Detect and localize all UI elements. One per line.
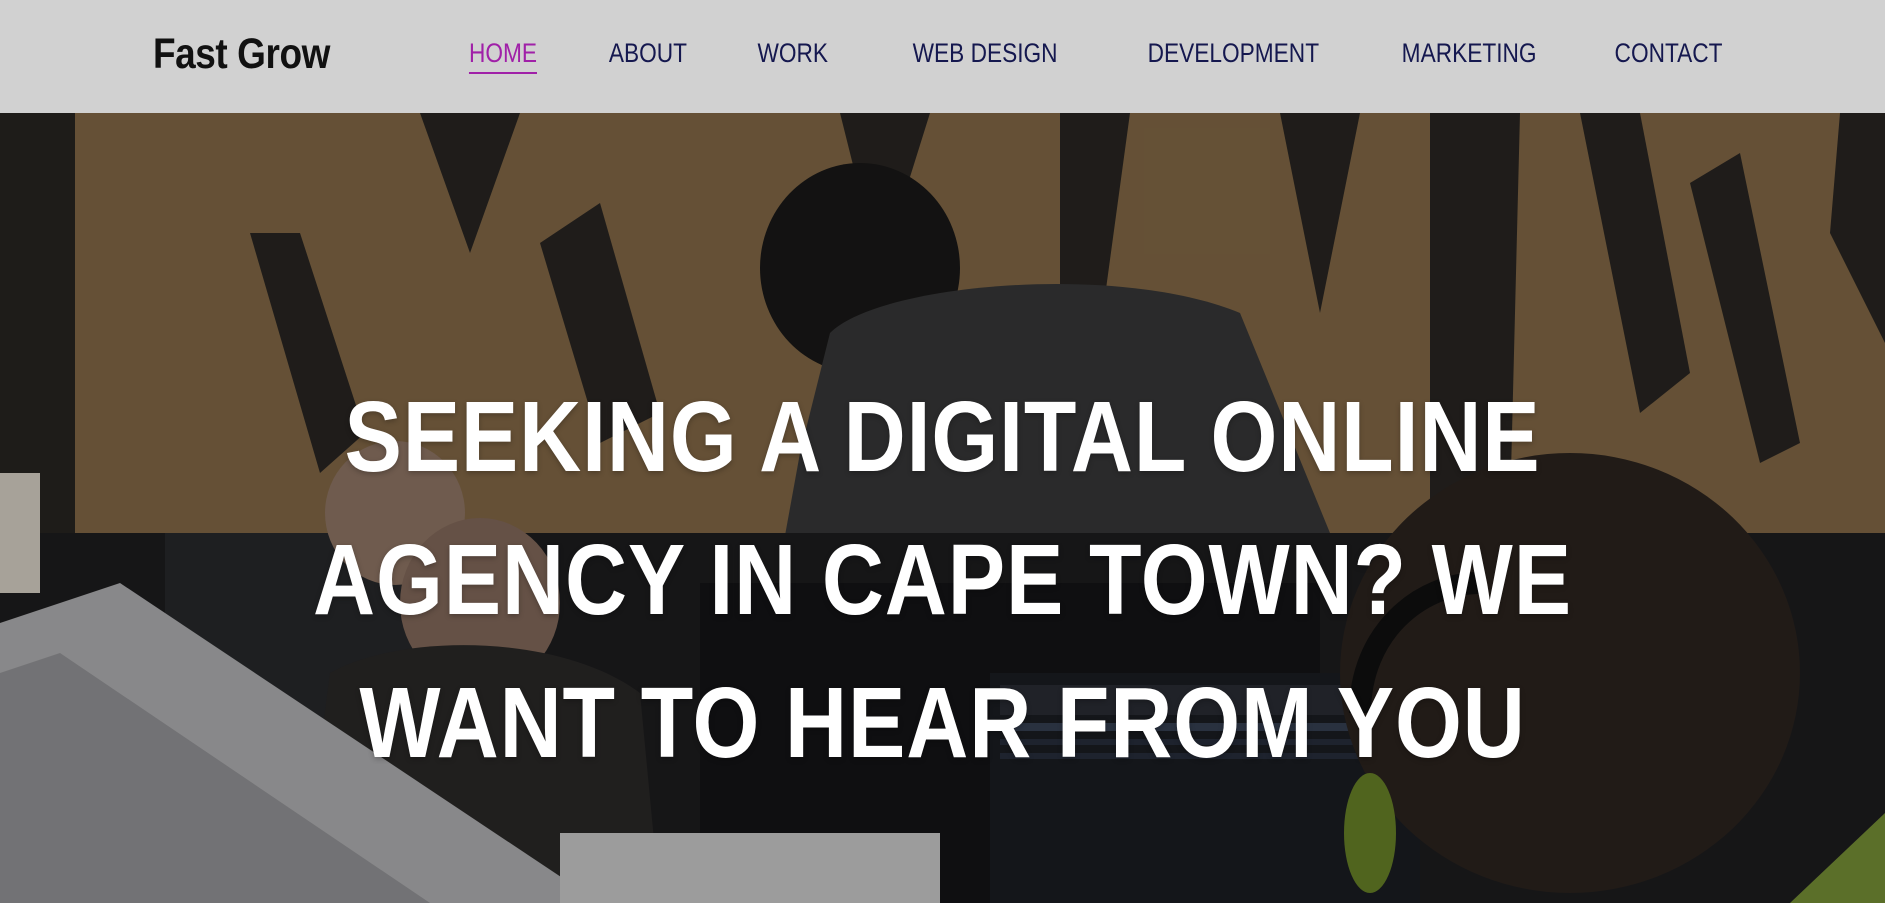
nav-item-web-design[interactable]: WEB DESIGN [913, 34, 1058, 72]
nav-item-home[interactable]: HOME [469, 34, 538, 74]
nav-item-work[interactable]: WORK [758, 34, 829, 72]
nav-item-about[interactable]: ABOUT [609, 34, 687, 72]
page: Fast Grow HOME ABOUT WORK WEB DESIGN DEV… [0, 0, 1885, 903]
brand-logo[interactable]: Fast Grow [153, 26, 330, 82]
nav-item-development[interactable]: DEVELOPMENT [1148, 34, 1319, 72]
hero-heading: SEEKING A DIGITAL ONLINE AGENCY IN CAPE … [313, 381, 1572, 779]
nav-item-contact[interactable]: CONTACT [1614, 34, 1722, 72]
hero-section: SEEKING A DIGITAL ONLINE AGENCY IN CAPE … [0, 113, 1885, 903]
main-nav: HOME ABOUT WORK WEB DESIGN DEVELOPMENT M… [399, 34, 1722, 74]
site-header: Fast Grow HOME ABOUT WORK WEB DESIGN DEV… [0, 0, 1885, 113]
nav-item-marketing[interactable]: MARKETING [1402, 34, 1537, 72]
